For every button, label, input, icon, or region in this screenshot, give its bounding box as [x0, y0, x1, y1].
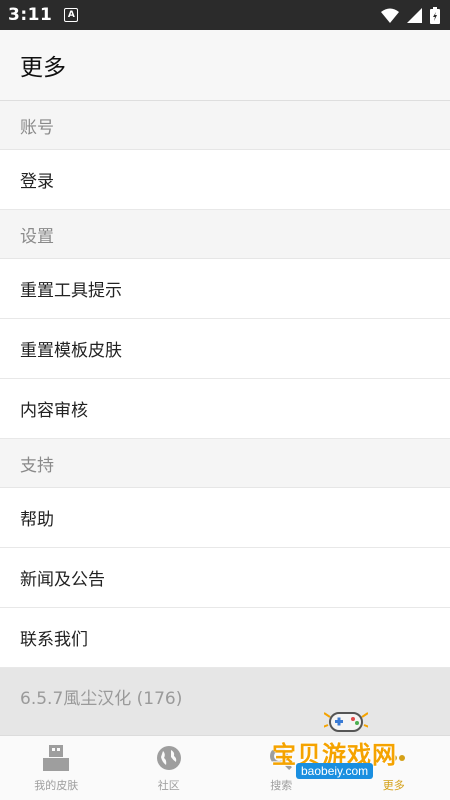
menu-item-reset-template-skins[interactable]: 重置模板皮肤 — [0, 319, 450, 379]
tab-my-skins[interactable]: 我的皮肤 — [0, 736, 113, 800]
page-title: 更多 — [20, 55, 66, 81]
menu-item-contact-us[interactable]: 联系我们 — [0, 608, 450, 668]
menu-item-help[interactable]: 帮助 — [0, 488, 450, 548]
more-icon — [381, 744, 407, 772]
status-time: 3:11 — [8, 5, 53, 25]
search-icon — [268, 744, 294, 772]
skin-icon — [41, 744, 71, 772]
battery-icon — [430, 6, 440, 24]
menu-item-login[interactable]: 登录 — [0, 150, 450, 210]
signal-icon — [407, 7, 422, 23]
tab-label: 更多 — [382, 779, 405, 792]
section-header-support: 支持 — [0, 439, 450, 488]
globe-icon — [156, 744, 182, 772]
menu-item-news[interactable]: 新闻及公告 — [0, 548, 450, 608]
menu-item-content-moderation[interactable]: 内容审核 — [0, 379, 450, 439]
status-indicators — [381, 6, 440, 24]
section-header-account: 账号 — [0, 101, 450, 150]
tab-label: 我的皮肤 — [34, 779, 79, 792]
version-label: 6.5.7風尘汉化 (176) — [0, 668, 450, 735]
wifi-icon — [381, 8, 399, 23]
app-bar: 更多 — [0, 30, 450, 101]
status-bar: 3:11 A — [0, 0, 450, 30]
tab-label: 搜索 — [270, 779, 293, 792]
section-header-settings: 设置 — [0, 210, 450, 259]
notification-icon: A — [64, 8, 79, 22]
menu-item-reset-tool-tips[interactable]: 重置工具提示 — [0, 259, 450, 319]
bottom-navigation: 我的皮肤 社区 搜索 更多 — [0, 735, 450, 800]
tab-community[interactable]: 社区 — [113, 736, 226, 800]
tab-label: 社区 — [157, 779, 180, 792]
tab-search[interactable]: 搜索 — [225, 736, 338, 800]
tab-more[interactable]: 更多 — [338, 736, 450, 800]
